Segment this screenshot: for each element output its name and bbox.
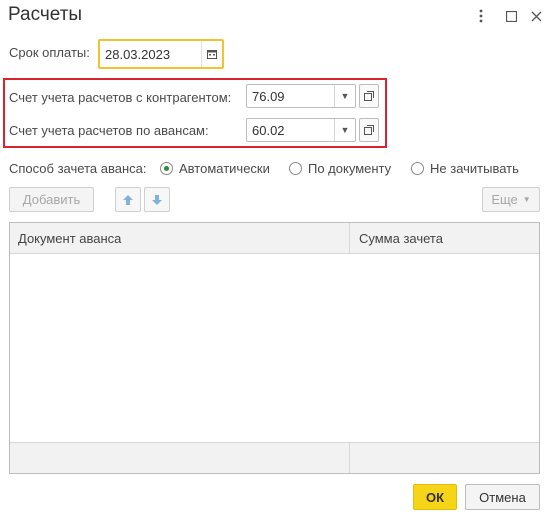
window-title: Расчеты [8,4,83,25]
radio-button[interactable] [160,162,173,175]
open-icon [364,91,374,101]
ok-button[interactable]: ОК [413,484,457,510]
offset-method-label: Способ зачета аванса: [9,161,147,176]
payment-due-label: Срок оплаты: [9,45,90,60]
table-header: Документ аванса Сумма зачета [10,223,539,254]
advance-documents-table[interactable]: Документ аванса Сумма зачета [9,222,540,474]
more-vertical-icon[interactable] [471,6,491,26]
advances-account-field[interactable]: 60.02 ▼ [246,118,356,142]
arrow-down-icon [152,194,162,205]
counterparty-account-label: Счет учета расчетов с контрагентом: [9,90,232,105]
column-header-amount[interactable]: Сумма зачета [359,231,443,246]
radio-by-document[interactable]: По документу [289,161,391,176]
open-counterparty-account-button[interactable] [359,84,379,108]
counterparty-account-field[interactable]: 76.09 ▼ [246,84,356,108]
chevron-down-icon[interactable]: ▼ [334,85,355,107]
maximize-icon[interactable] [501,6,521,26]
column-divider [349,443,350,473]
radio-by-document-label[interactable]: По документу [308,161,391,176]
advances-account-label: Счет учета расчетов по авансам: [9,123,209,138]
move-down-button[interactable] [144,187,170,212]
arrow-up-icon [123,194,133,205]
payment-due-field[interactable]: 28.03.2023 [98,39,224,69]
column-divider [349,223,350,253]
chevron-down-icon: ▼ [522,195,531,204]
radio-no-offset[interactable]: Не зачитывать [411,161,519,176]
more-button-label: Еще [491,192,518,207]
chevron-down-icon[interactable]: ▼ [334,119,355,141]
radio-automatic[interactable]: Автоматически [160,161,270,176]
radio-button[interactable] [411,162,424,175]
open-icon [364,125,374,135]
table-footer [10,442,539,473]
radio-automatic-label[interactable]: Автоматически [179,161,270,176]
radio-no-offset-label[interactable]: Не зачитывать [430,161,519,176]
radio-button[interactable] [289,162,302,175]
add-button[interactable]: Добавить [9,187,94,212]
column-header-document[interactable]: Документ аванса [18,231,121,246]
payment-due-value[interactable]: 28.03.2023 [100,47,201,62]
counterparty-account-value[interactable]: 76.09 [247,89,334,104]
cancel-button[interactable]: Отмена [465,484,540,510]
move-up-button[interactable] [115,187,141,212]
close-icon[interactable] [526,6,546,26]
advances-account-value[interactable]: 60.02 [247,123,334,138]
calendar-icon[interactable] [201,41,222,67]
open-advances-account-button[interactable] [359,118,379,142]
more-button[interactable]: Еще ▼ [482,187,540,212]
